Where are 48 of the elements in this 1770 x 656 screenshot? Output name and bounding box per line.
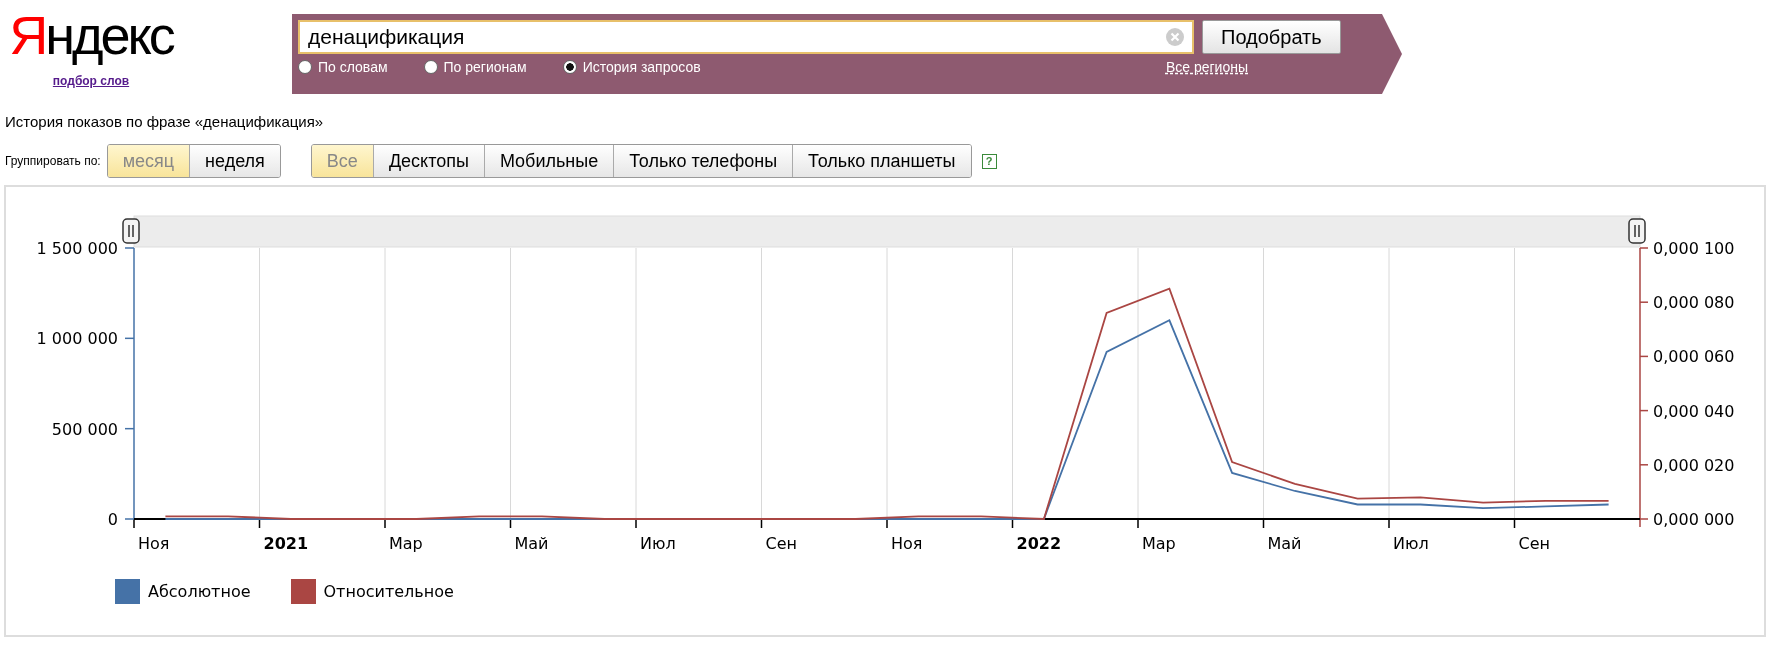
x-axis-label: Мар	[1142, 534, 1176, 553]
range-handle[interactable]	[122, 218, 140, 244]
legend-label: Относительное	[323, 582, 454, 601]
x-axis-label: Май	[1267, 534, 1302, 553]
device-tab[interactable]: Только планшеты	[792, 145, 971, 177]
x-axis-label: Июл	[1393, 534, 1429, 553]
subtitle-link[interactable]: подбор слов	[52, 74, 130, 88]
search-field[interactable]: денацификация	[298, 20, 1194, 54]
search-button[interactable]: Подобрать	[1202, 20, 1341, 54]
help-icon[interactable]: ?	[981, 153, 997, 169]
logo[interactable]: Яндекс	[9, 6, 173, 64]
device-tab[interactable]: Десктопы	[372, 145, 484, 177]
legend-label: Абсолютное	[148, 582, 251, 601]
region-link[interactable]: Все регионы	[1165, 59, 1248, 75]
x-axis-label: Ноя	[138, 534, 170, 553]
y-axis-label: 1 500 000	[36, 239, 118, 258]
radio-button[interactable]	[298, 60, 312, 74]
y-axis-label: 0,000 080	[1653, 293, 1735, 313]
mode-label[interactable]: История запросов	[582, 59, 701, 75]
legend-item[interactable]: Абсолютное	[115, 579, 251, 604]
period-toggle[interactable]: неделя	[189, 145, 280, 177]
x-axis-label: Май	[514, 534, 549, 553]
x-axis-label: Июл	[640, 534, 676, 553]
range-handle[interactable]	[1628, 218, 1646, 244]
x-axis-label: 2022	[1016, 534, 1062, 553]
y-axis-label: 0,000 060	[1653, 347, 1735, 367]
range-scrollbar[interactable]	[133, 215, 1641, 248]
x-axis-label: Сен	[765, 534, 797, 553]
y-axis-label: 0,000 040	[1653, 401, 1735, 421]
y-axis-label: 0	[107, 510, 118, 529]
x-axis-label: Ноя	[891, 534, 923, 553]
page-heading: История показов по фразе «денацификация»	[5, 113, 325, 130]
legend-item[interactable]: Относительное	[290, 579, 454, 604]
y-axis-label: 0,000 000	[1653, 510, 1735, 529]
y-axis-label: 0,000 100	[1653, 239, 1735, 258]
mode-label[interactable]: По регионам	[443, 59, 527, 75]
radio-button[interactable]	[562, 60, 577, 74]
device-tab[interactable]: Мобильные	[483, 145, 614, 177]
x-axis-label: Мар	[389, 534, 423, 553]
y-axis-label: 500 000	[51, 419, 118, 439]
mode-label[interactable]: По словам	[318, 59, 388, 75]
device-tab[interactable]: Только телефоны	[613, 145, 793, 177]
x-axis-label: Сен	[1518, 534, 1550, 553]
group-by-label: Группировать по:	[5, 154, 101, 168]
y-axis-label: 1 000 000	[36, 329, 118, 349]
y-axis-label: 0,000 020	[1653, 455, 1735, 475]
x-axis-label: 2021	[263, 534, 309, 553]
radio-button[interactable]	[423, 60, 438, 74]
